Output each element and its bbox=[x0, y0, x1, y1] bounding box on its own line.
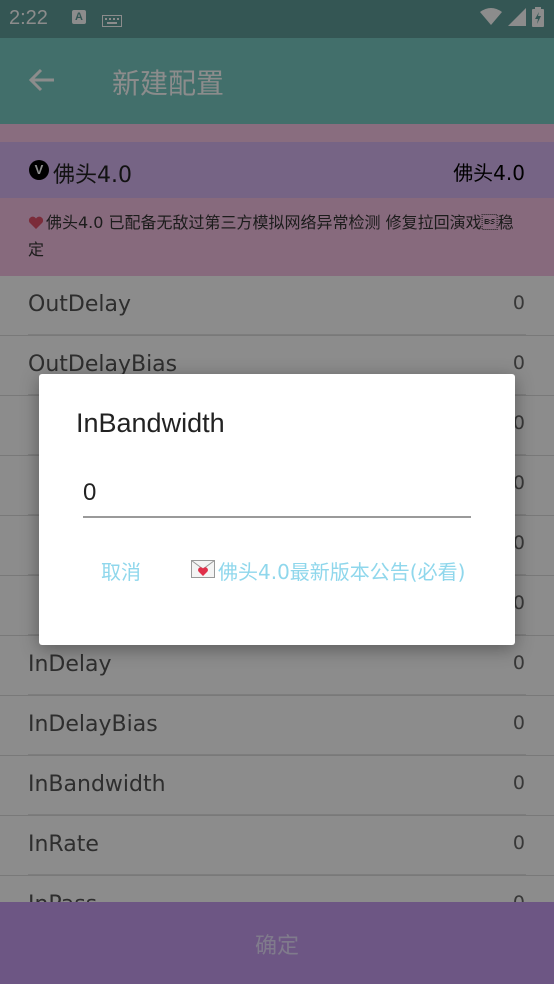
dialog-title: InBandwidth bbox=[76, 408, 225, 438]
announcement-label: 佛头4.0最新版本公告(必看) bbox=[218, 560, 466, 584]
announcement-button[interactable]: 佛头4.0最新版本公告(必看) bbox=[191, 556, 465, 585]
value-input[interactable] bbox=[83, 474, 471, 518]
screen: 2:22 A 新建配置 V 佛头4.0 佛头4.0 佛头4.0 已配备无敌过第三… bbox=[0, 0, 554, 984]
envelope-icon bbox=[191, 559, 215, 583]
cancel-button[interactable]: 取消 bbox=[101, 556, 141, 585]
edit-value-dialog: InBandwidth 取消 佛头4.0最新版本公告(必看) bbox=[39, 374, 515, 645]
